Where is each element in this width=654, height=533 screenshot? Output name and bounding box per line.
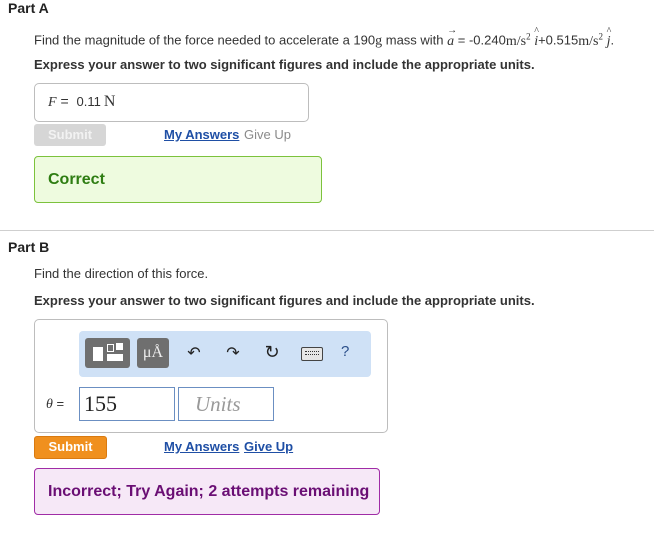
part-a-question: Find the magnitude of the force needed t… <box>34 24 614 50</box>
feedback-incorrect-text: Incorrect; Try Again; 2 attempts remaini… <box>48 483 370 500</box>
math-toolbar: μÅ ↶ ↷ ↻ ? <box>79 331 371 377</box>
undo-icon[interactable]: ↶ <box>182 343 206 363</box>
redo-icon[interactable]: ↷ <box>221 343 245 363</box>
value-input-text: 155 <box>84 391 117 416</box>
part-a-submit-button[interactable]: Submit <box>34 124 106 146</box>
part-b-submit-button[interactable]: Submit <box>34 436 107 459</box>
answer-value: 0.11 <box>76 94 101 109</box>
section-divider <box>0 230 654 231</box>
template-square-icon <box>116 343 123 350</box>
part-a-answer: F = 0.11 N <box>48 93 115 111</box>
question-text-2: mass with <box>382 32 448 48</box>
units-input-placeholder: Units <box>195 392 241 416</box>
part-b-my-answers-link[interactable]: My Answers <box>164 439 239 454</box>
template-box-icon <box>107 344 114 352</box>
answer-unit: N <box>103 93 116 110</box>
part-b-give-up-link[interactable]: Give Up <box>244 439 293 454</box>
question-text: Find the magnitude of the force needed t… <box>34 32 376 48</box>
theta-equals: = <box>52 396 65 411</box>
answer-equals: = <box>56 93 73 109</box>
template-block-icon <box>93 347 103 361</box>
answer-variable: F <box>48 95 57 110</box>
units-button[interactable]: μÅ <box>137 338 169 368</box>
theta-label: θ <box>46 397 53 412</box>
unit-ms2-1: m/s2 <box>505 31 531 49</box>
part-b-question: Find the direction of this force. <box>34 266 209 281</box>
part-a-feedback: Correct <box>34 156 322 203</box>
j-hat: ^ j <box>606 25 612 49</box>
templates-button[interactable] <box>85 338 130 368</box>
part-b-title: Part B <box>8 239 50 255</box>
vector-a: → a <box>447 24 458 49</box>
keyboard-icon[interactable] <box>301 347 323 361</box>
part-a-instruction: Express your answer to two significant f… <box>34 57 535 72</box>
i-hat: ^ i <box>534 25 539 49</box>
part-b-instruction: Express your answer to two significant f… <box>34 293 535 308</box>
feedback-correct-text: Correct <box>48 171 105 188</box>
reset-icon[interactable]: ↻ <box>260 342 284 363</box>
part-b-feedback: Incorrect; Try Again; 2 attempts remaini… <box>34 468 380 515</box>
part-a-give-up-link: Give Up <box>244 127 291 142</box>
part-a-title: Part A <box>8 0 49 16</box>
value-input[interactable]: 155 <box>79 387 175 421</box>
part-b-answer-box: μÅ ↶ ↷ ↻ ? θ = 155 Units <box>34 319 388 433</box>
part-a-answer-box: F = 0.11 N <box>34 83 309 122</box>
part-b-answer-label: θ = <box>46 396 64 413</box>
question-eq: = -0.240 <box>454 32 506 48</box>
units-input[interactable]: Units <box>178 387 274 421</box>
template-bar-icon <box>107 354 123 361</box>
question-plus: +0.515 <box>538 32 579 48</box>
units-label: μÅ <box>142 344 164 361</box>
part-a-my-answers-link[interactable]: My Answers <box>164 127 239 142</box>
help-icon[interactable]: ? <box>341 343 349 360</box>
unit-ms2-2: m/s2 <box>578 31 603 49</box>
